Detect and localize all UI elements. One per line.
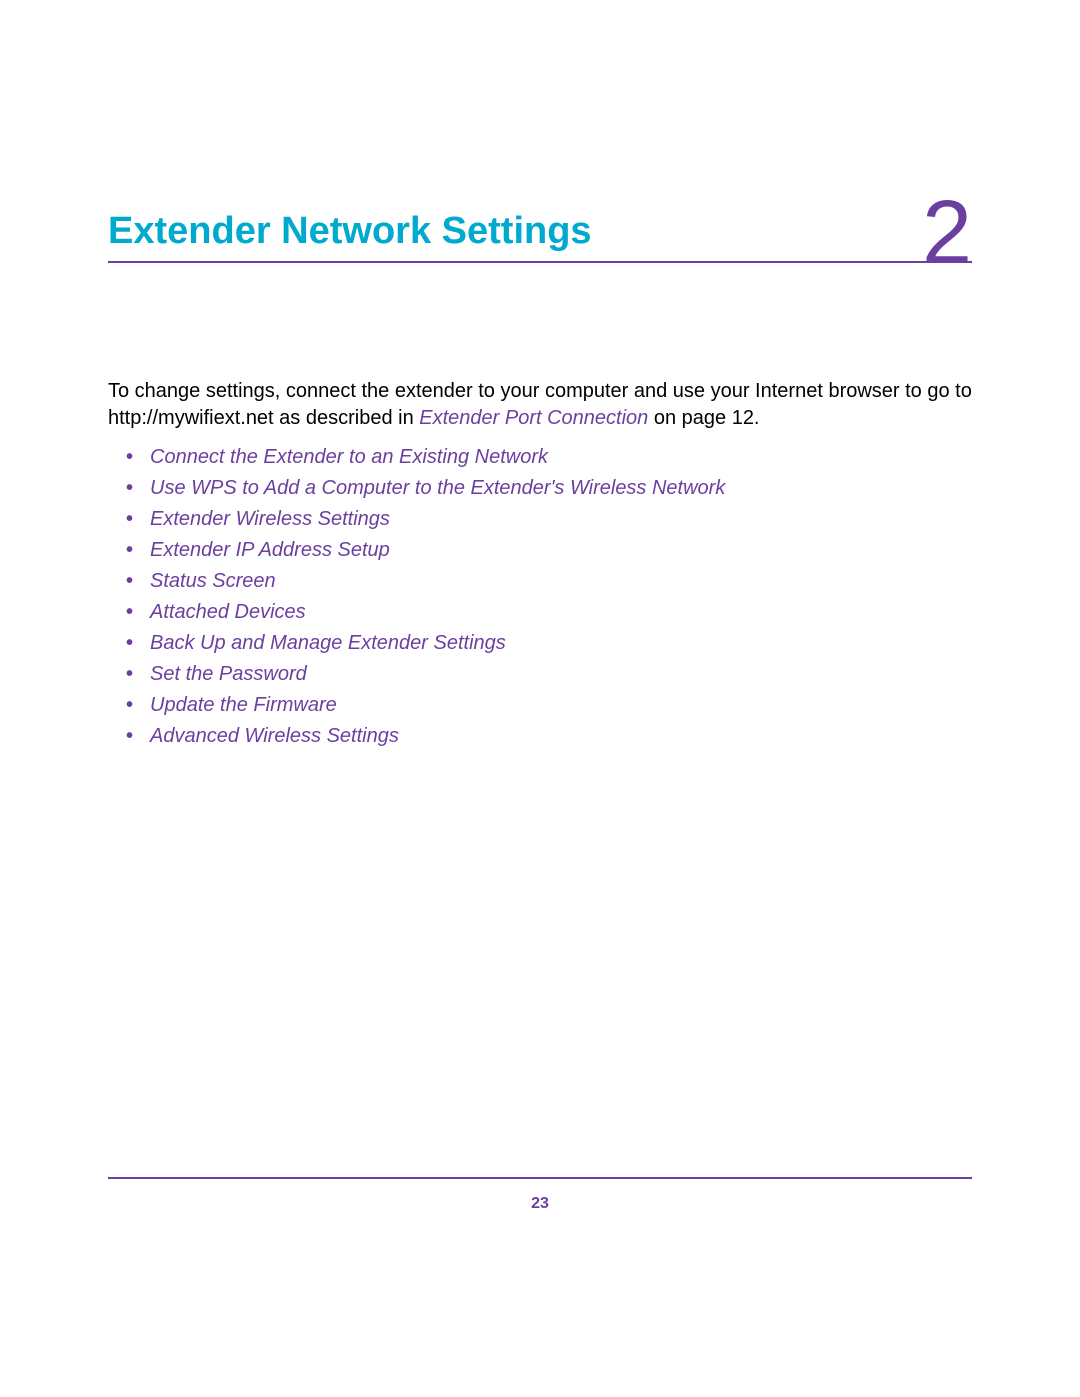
toc-list: Connect the Extender to an Existing Netw… [108,444,972,750]
toc-item: Extender Wireless Settings [150,506,972,533]
footer-divider [108,1177,972,1179]
toc-link-use-wps[interactable]: Use WPS to Add a Computer to the Extende… [150,477,725,499]
toc-link-advanced-wireless[interactable]: Advanced Wireless Settings [150,725,399,747]
toc-link-connect-extender[interactable]: Connect the Extender to an Existing Netw… [150,446,548,468]
chapter-title: Extender Network Settings [108,210,592,252]
toc-link-backup-manage[interactable]: Back Up and Manage Extender Settings [150,632,506,654]
page-number: 23 [0,1195,1080,1213]
toc-link-status-screen[interactable]: Status Screen [150,570,276,592]
toc-item: Update the Firmware [150,692,972,719]
toc-item: Back Up and Manage Extender Settings [150,630,972,657]
page-container: Extender Network Settings 2 To change se… [0,0,1080,1397]
intro-paragraph: To change settings, connect the extender… [108,378,972,432]
toc-link-attached-devices[interactable]: Attached Devices [150,601,306,623]
toc-item: Connect the Extender to an Existing Netw… [150,444,972,471]
toc-link-ip-address[interactable]: Extender IP Address Setup [150,539,390,561]
chapter-header: Extender Network Settings 2 [108,210,972,263]
chapter-number: 2 [922,182,972,285]
toc-item: Status Screen [150,568,972,595]
toc-item: Extender IP Address Setup [150,537,972,564]
toc-item: Set the Password [150,661,972,688]
toc-item: Advanced Wireless Settings [150,723,972,750]
toc-link-set-password[interactable]: Set the Password [150,663,307,685]
toc-item: Use WPS to Add a Computer to the Extende… [150,475,972,502]
toc-item: Attached Devices [150,599,972,626]
extender-port-connection-link[interactable]: Extender Port Connection [419,407,648,429]
toc-link-wireless-settings[interactable]: Extender Wireless Settings [150,508,390,530]
intro-text-after: on page 12. [648,407,759,429]
toc-link-update-firmware[interactable]: Update the Firmware [150,694,337,716]
